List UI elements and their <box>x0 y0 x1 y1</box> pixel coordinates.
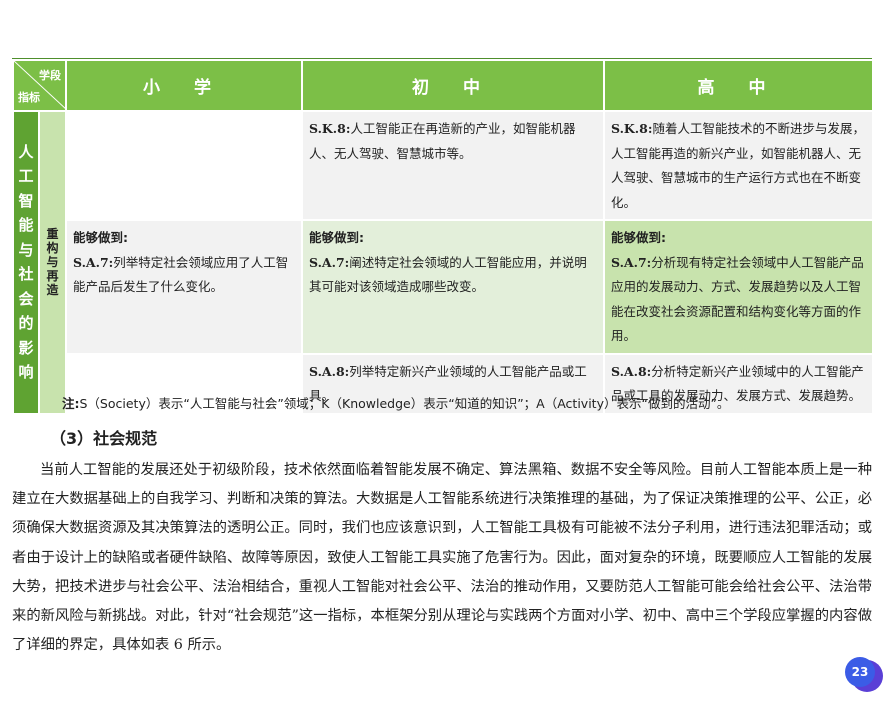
table-row: 能够做到: S.A.7:列举特定社会领域应用了人工智能产品后发生了什么变化。 能… <box>13 219 874 355</box>
page-number: 23 <box>845 657 875 687</box>
row2-high-code: S.A.7: <box>611 254 652 270</box>
table-corner-cell: 学段 指标 <box>12 59 67 112</box>
row1-high-code: S.K.8: <box>611 121 653 136</box>
header-high: 高 中 <box>603 59 874 112</box>
row3-middle-code: S.A.8: <box>309 363 350 379</box>
table-header-row: 学段 指标 小 学 初 中 高 中 <box>12 59 874 112</box>
sub-dimension-label: 重构与再造 <box>46 227 59 298</box>
header-primary: 小 学 <box>65 59 303 112</box>
note-text: S（Society）表示“人工智能与社会”领域；K（Knowledge）表示“知… <box>79 396 730 411</box>
row1-high-cell: S.K.8:随着人工智能技术的不断进步与发展，人工智能再造的新兴产业，如智能机器… <box>603 110 874 221</box>
row2-primary-code: S.A.7: <box>73 254 114 270</box>
corner-label-indicator: 指标 <box>18 91 40 104</box>
row2-middle-code: S.A.7: <box>309 254 350 270</box>
table-note: 注:S（Society）表示“人工智能与社会”领域；K（Knowledge）表示… <box>62 393 729 412</box>
row2-primary-can-label: 能够做到: <box>73 230 128 245</box>
row3-high-code: S.A.8: <box>611 363 652 379</box>
note-label: 注: <box>62 396 80 411</box>
row1-middle-code: S.K.8: <box>309 121 351 136</box>
body-paragraph: 当前人工智能的发展还处于初级阶段，技术依然面临着智能发展不确定、算法黑箱、数据不… <box>12 462 872 654</box>
row1-middle-cell: S.K.8:人工智能正在再造新的产业，如智能机器人、无人驾驶、智慧城市等。 <box>301 110 605 221</box>
dimension-label-cell: 人工智能与社会的影响 <box>12 110 40 415</box>
dimension-label: 人工智能与社会的影响 <box>18 142 34 382</box>
page-number-badge: 23 <box>845 657 883 692</box>
header-middle: 初 中 <box>301 59 605 112</box>
corner-label-stage: 学段 <box>39 69 61 82</box>
row2-middle-can-label: 能够做到: <box>309 230 364 245</box>
table-row: 人工智能与社会的影响 重构与再造 S.K.8:人工智能正在再造新的产业，如智能机… <box>12 110 874 415</box>
row1-primary-cell <box>65 110 303 221</box>
section-heading: （3）社会规范 <box>50 429 158 448</box>
row2-high-cell: 能够做到: S.A.7:分析现有特定社会领域中人工智能产品应用的发展动力、方式、… <box>603 219 874 355</box>
row2-middle-text: 阐述特定社会领域的人工智能应用，并说明其可能对该领域造成哪些改变。 <box>309 254 587 295</box>
row2-middle-cell: 能够做到: S.A.7:阐述特定社会领域的人工智能应用，并说明其可能对该领域造成… <box>301 219 605 355</box>
indicator-table: 学段 指标 小 学 初 中 高 中 人工智能与社会的影响 重构与再造 S.K.8… <box>12 59 874 415</box>
row2-primary-cell: 能够做到: S.A.7:列举特定社会领域应用了人工智能产品后发生了什么变化。 <box>65 219 303 355</box>
sub-dimension-cell: 重构与再造 <box>38 110 67 415</box>
row2-high-can-label: 能够做到: <box>611 230 666 245</box>
